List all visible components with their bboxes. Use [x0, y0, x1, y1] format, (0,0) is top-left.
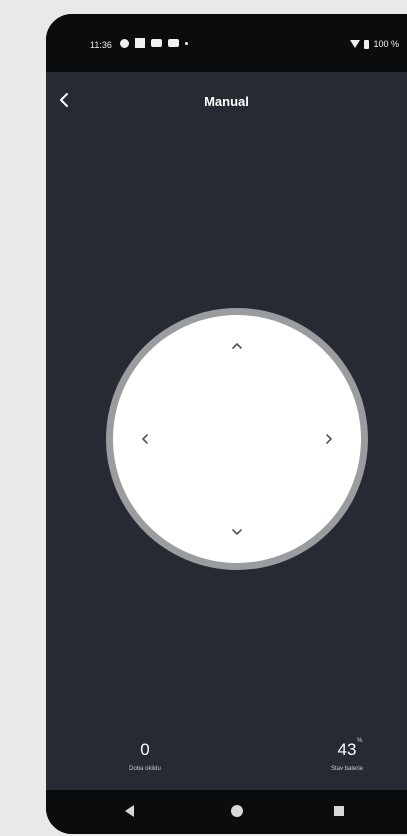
square-recents-icon[interactable]: [334, 806, 344, 816]
move-left-button[interactable]: [134, 428, 156, 450]
chevron-left-icon: [142, 434, 148, 444]
phone-frame: 11:36 100 % Manual 0 Doba úklidu 43 % St…: [46, 14, 407, 834]
status-right: 100 %: [350, 39, 399, 49]
move-down-button[interactable]: [226, 521, 248, 543]
battery-value: 43 %: [337, 738, 363, 760]
screen: 11:36 100 % Manual 0 Doba úklidu 43 % St…: [46, 14, 407, 834]
square-notification-icon: [135, 38, 145, 48]
chevron-up-icon: [232, 343, 242, 349]
app-area: Manual: [46, 72, 407, 704]
move-right-button[interactable]: [318, 428, 340, 450]
page-title: Manual: [204, 94, 249, 109]
triangle-back-icon[interactable]: [125, 805, 134, 817]
battery-number: 43: [337, 740, 357, 759]
notification-icons: [120, 38, 188, 48]
cleaning-time-stat: 0 Doba úklidu: [90, 740, 200, 772]
mail-icon: [151, 39, 162, 47]
status-bar: 11:36 100 %: [46, 14, 407, 72]
app-notification-icon: [120, 38, 129, 48]
move-up-button[interactable]: [226, 335, 248, 357]
header: Manual: [46, 72, 407, 128]
youtube-icon: [168, 39, 179, 47]
wifi-icon: [350, 40, 361, 48]
chevron-right-icon: [326, 434, 332, 444]
stats-panel: 0 Doba úklidu 43 % Stav baterie: [46, 704, 407, 790]
status-time: 11:36: [90, 40, 112, 50]
battery-unit: %: [357, 738, 363, 744]
joystick-ring: [106, 308, 368, 570]
system-nav-bar: [46, 790, 407, 834]
chevron-down-icon: [232, 529, 242, 535]
battery-label: Stav baterie: [330, 766, 364, 772]
battery-text: 100 %: [373, 39, 399, 49]
circle-home-icon[interactable]: [231, 805, 243, 817]
dot-icon: [185, 41, 188, 45]
cleaning-time-value: 0: [140, 740, 149, 760]
cleaning-time-label: Doba úklidu: [129, 766, 161, 772]
cleaning-time-number: 0: [140, 740, 150, 759]
battery-stat: 43 % Stav baterie: [292, 738, 402, 772]
joystick-pad[interactable]: [113, 315, 361, 563]
battery-icon: [364, 39, 370, 49]
